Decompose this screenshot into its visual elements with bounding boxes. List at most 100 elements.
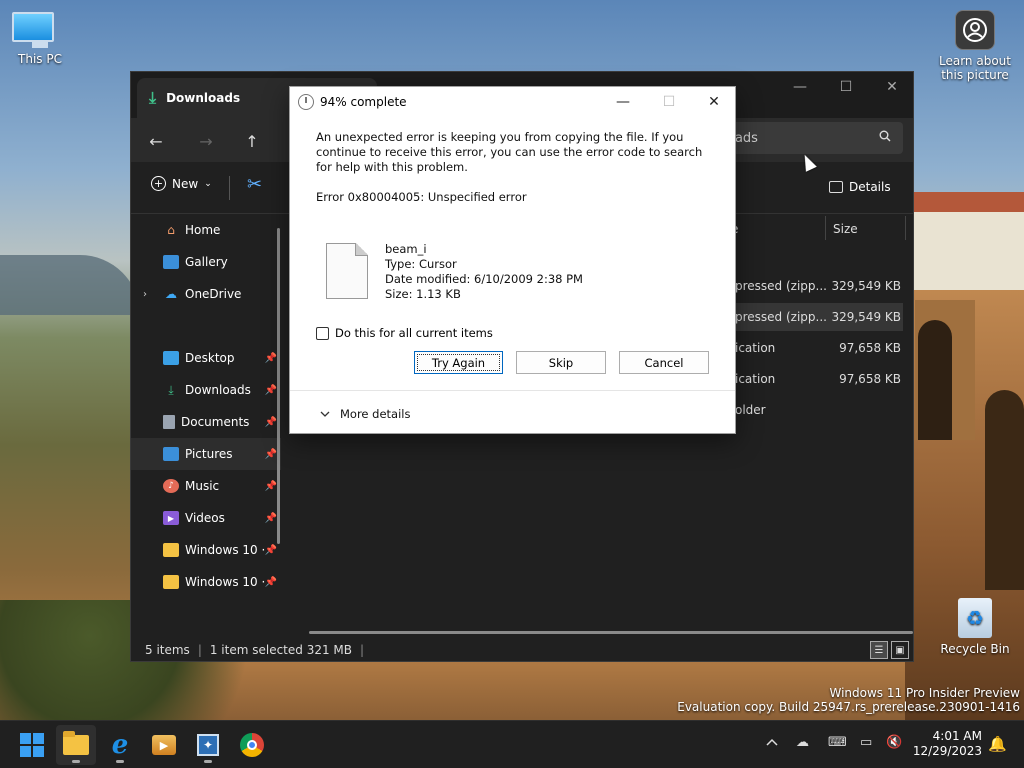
watermark-line: Windows 11 Pro Insider Preview <box>829 686 1020 700</box>
taskbar-chrome[interactable] <box>232 725 272 765</box>
dialog-divider <box>290 390 735 391</box>
more-details-label: More details <box>340 407 411 421</box>
desktop-icon-label: Recycle Bin <box>940 642 1010 656</box>
column-divider[interactable] <box>825 216 826 240</box>
close-button[interactable]: ✕ <box>869 72 915 102</box>
more-details-toggle[interactable]: More details <box>320 407 410 421</box>
clock-icon <box>298 94 314 110</box>
folder-icon <box>163 575 179 589</box>
details-label: Details <box>849 180 891 194</box>
minimize-button[interactable]: — <box>600 87 646 117</box>
apply-all-checkbox-row[interactable]: Do this for all current items <box>316 326 493 340</box>
taskbar-tool-app[interactable]: ✦ <box>188 725 228 765</box>
taskbar-internet-explorer[interactable]: e <box>100 725 140 765</box>
taskbar: e ▶ ✦ ☁ ⌨ ▭ 🔇 4:01 AM 12/29/2023 🔔 <box>0 720 1024 768</box>
tiles-view-icon[interactable]: ▣ <box>891 641 909 659</box>
running-indicator <box>116 760 124 763</box>
network-icon[interactable]: ▭ <box>860 735 872 750</box>
sidebar-item-label: Downloads <box>185 383 251 397</box>
dialog-titlebar: 94% complete — ☐ ✕ <box>290 87 735 117</box>
forward-button[interactable]: → <box>193 128 219 154</box>
chevron-down-icon <box>320 407 330 421</box>
desktop-icon-label: Learn about <box>939 54 1011 68</box>
keyboard-icon[interactable]: ⌨ <box>828 735 847 750</box>
watermark-line: Evaluation copy. Build 25947.rs_prerelea… <box>677 700 1020 714</box>
maximize-button[interactable]: ☐ <box>823 72 869 102</box>
up-button[interactable]: ↑ <box>239 128 265 154</box>
sidebar-item-home[interactable]: ⌂ Home <box>131 214 281 246</box>
taskbar-file-explorer[interactable] <box>56 725 96 765</box>
column-header-size[interactable]: Size <box>833 216 858 242</box>
sidebar-item-videos[interactable]: ▶ Videos 📌 <box>131 502 281 534</box>
details-button[interactable]: Details <box>829 180 891 194</box>
apply-all-checkbox[interactable] <box>316 326 329 340</box>
desktop-icon-recycle-bin[interactable]: ♻ Recycle Bin <box>940 598 1010 656</box>
search-input[interactable]: oads <box>721 122 903 154</box>
row-size: 329,549 KB <box>831 279 901 293</box>
status-bar: 5 items | 1 item selected 321 MB | ☰ ▣ <box>131 638 915 662</box>
notification-bell-icon[interactable]: 🔔 <box>988 735 1007 753</box>
column-divider[interactable] <box>905 216 906 240</box>
onedrive-offline-icon[interactable]: ☁ <box>796 735 809 750</box>
row-size: 97,658 KB <box>839 341 901 355</box>
plus-circle-icon: + <box>151 176 166 191</box>
chevron-right-icon[interactable]: › <box>143 289 147 300</box>
status-item-count: 5 items <box>145 643 190 657</box>
skip-button[interactable]: Skip <box>516 351 606 374</box>
dialog-title: 94% complete <box>320 95 407 109</box>
minimize-button[interactable]: — <box>777 72 823 102</box>
sidebar-item-downloads[interactable]: ⤓ Downloads 📌 <box>131 374 281 406</box>
document-icon <box>163 415 175 429</box>
monitor-icon <box>12 12 68 48</box>
row-type: pressed (zipp... <box>735 310 827 324</box>
pin-icon: 📌 <box>264 480 277 492</box>
toolbar-divider <box>229 176 230 200</box>
tab-label: Downloads <box>166 91 241 105</box>
sidebar-item-documents[interactable]: Documents 📌 <box>131 406 281 438</box>
sidebar-item-music[interactable]: ♪ Music 📌 <box>131 470 281 502</box>
sidebar-item-label: Pictures <box>185 447 233 461</box>
details-view-icon[interactable]: ☰ <box>870 641 888 659</box>
pin-icon: 📌 <box>264 576 277 588</box>
sidebar-item-windows10-a[interactable]: Windows 10 · 📌 <box>131 534 281 566</box>
sidebar-item-pictures[interactable]: Pictures 📌 <box>131 438 281 470</box>
sidebar-scrollbar[interactable] <box>277 228 280 544</box>
internet-explorer-icon: e <box>111 730 129 760</box>
close-button[interactable]: ✕ <box>691 87 737 117</box>
volume-muted-icon[interactable]: 🔇 <box>886 735 902 750</box>
cancel-button[interactable]: Cancel <box>619 351 709 374</box>
cut-icon[interactable]: ✂ <box>247 174 262 195</box>
sidebar-item-label: Videos <box>185 511 225 525</box>
camera-icon <box>955 10 995 50</box>
horizontal-scrollbar[interactable] <box>309 631 913 634</box>
copy-error-dialog: 94% complete — ☐ ✕ An unexpected error i… <box>289 86 736 434</box>
tool-app-icon: ✦ <box>197 734 219 756</box>
try-again-button[interactable]: Try Again <box>414 351 503 374</box>
start-button[interactable] <box>12 725 52 765</box>
sidebar-item-label: Windows 10 · <box>185 575 266 589</box>
chrome-icon <box>240 733 264 757</box>
chevron-down-icon: ⌄ <box>204 178 212 189</box>
pin-icon: 📌 <box>264 416 277 428</box>
sidebar-item-label: Home <box>185 223 221 237</box>
sidebar-item-windows10-b[interactable]: Windows 10 · 📌 <box>131 566 281 598</box>
status-separator: | <box>360 643 365 657</box>
maximize-button[interactable]: ☐ <box>646 87 692 117</box>
view-toggle: ☰ ▣ <box>870 641 909 659</box>
file-type: Type: Cursor <box>385 257 457 271</box>
search-icon <box>879 130 891 146</box>
sidebar-item-gallery[interactable]: Gallery <box>131 246 281 278</box>
new-button[interactable]: + New ⌄ <box>151 176 212 191</box>
sidebar-item-desktop[interactable]: Desktop 📌 <box>131 342 281 374</box>
back-button[interactable]: ← <box>143 128 169 154</box>
row-type: ication <box>735 341 776 355</box>
new-label: New <box>172 176 199 191</box>
taskbar-clock[interactable]: 4:01 AM 12/29/2023 <box>912 729 982 759</box>
sidebar-item-onedrive[interactable]: › ☁ OneDrive <box>131 278 281 310</box>
chevron-up-icon[interactable] <box>766 735 778 750</box>
row-type: older <box>735 403 766 417</box>
taskbar-media-player[interactable]: ▶ <box>144 725 184 765</box>
desktop-icon-learn-about-picture[interactable]: Learn about this picture <box>938 10 1012 82</box>
wallpaper-hill <box>0 255 140 315</box>
desktop-icon-this-pc[interactable]: This PC <box>12 12 68 66</box>
